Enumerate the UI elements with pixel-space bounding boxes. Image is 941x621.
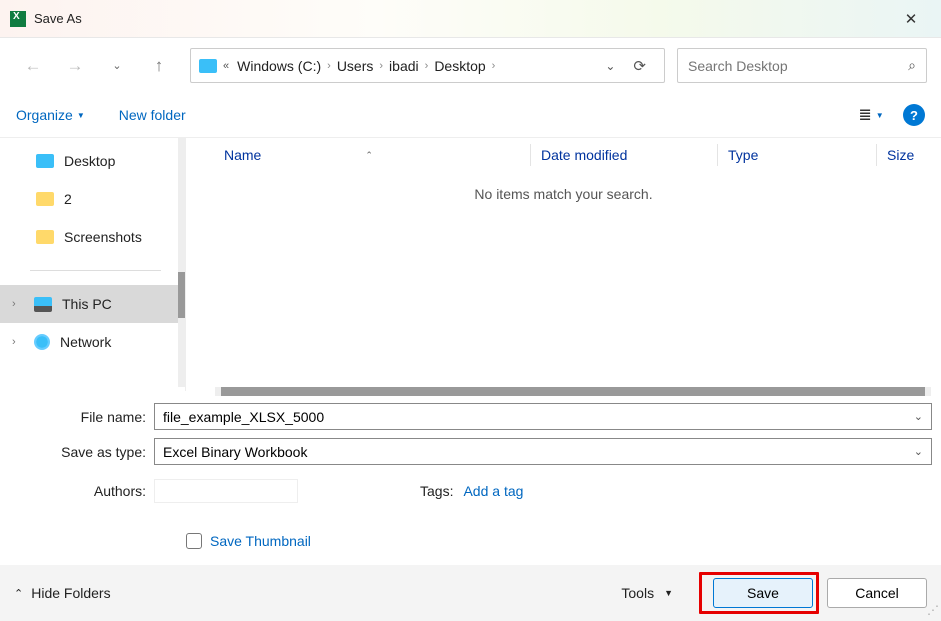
breadcrumb-item-desktop[interactable]: Desktop [430,58,489,74]
sidebar-item-label: Screenshots [64,229,142,245]
breadcrumb-item-user[interactable]: ibadi [385,58,423,74]
search-icon[interactable]: ⌕ [908,57,916,74]
column-header-name[interactable]: Name ⌃ [224,147,530,163]
sidebar: Desktop 2 Screenshots › This PC › Networ… [0,138,185,391]
sidebar-item-screenshots[interactable]: Screenshots [0,218,185,256]
chevron-down-icon[interactable]: ⌄ [914,410,923,423]
search-box[interactable]: ⌕ [677,48,927,83]
empty-message: No items match your search. [186,172,941,202]
breadcrumb-dropdown[interactable]: ⌄ [597,59,623,73]
filename-label: File name: [0,409,154,425]
chevron-right-icon[interactable]: › [377,60,385,72]
recent-locations-button[interactable]: ⌄ [98,47,136,85]
filename-combo[interactable]: ⌄ [154,403,932,430]
sidebar-item-label: 2 [64,191,72,207]
forward-button[interactable]: → [56,47,94,85]
divider [30,270,161,271]
column-separator[interactable] [876,144,877,166]
window-title: Save As [34,11,891,26]
chevron-up-icon: ⌃ [14,587,23,600]
chevron-right-icon[interactable]: › [490,60,498,72]
tools-button[interactable]: Tools ▼ [621,585,673,601]
sidebar-scrollbar[interactable] [178,138,185,387]
authors-label: Authors: [0,483,154,499]
new-folder-label: New folder [119,107,186,123]
breadcrumb-item-drive[interactable]: Windows (C:) [233,58,325,74]
form-area: File name: ⌄ Save as type: Excel Binary … [0,391,941,555]
sidebar-scrollbar-thumb[interactable] [178,272,185,318]
chevron-right-icon[interactable]: › [423,60,431,72]
column-headers: Name ⌃ Date modified Type Size [186,138,941,172]
sidebar-item-this-pc[interactable]: › This PC [0,285,185,323]
authors-input[interactable] [154,479,298,503]
search-input[interactable] [688,58,908,74]
sidebar-item-label: Desktop [64,153,115,169]
drive-icon [199,59,217,73]
chevron-down-icon: ▼ [77,111,85,120]
main-area: Desktop 2 Screenshots › This PC › Networ… [0,137,941,391]
sidebar-item-label: Network [60,334,111,350]
chevron-right-icon[interactable]: › [12,336,24,348]
chevron-right-icon[interactable]: › [325,60,333,72]
save-button[interactable]: Save [713,578,813,608]
new-folder-button[interactable]: New folder [119,107,186,123]
up-button[interactable]: ↑ [140,47,178,85]
footer: ⌃ Hide Folders Tools ▼ Save Cancel ⋰ [0,565,941,621]
chevron-down-icon[interactable]: ⌄ [914,445,923,458]
save-highlight: Save [699,572,819,614]
refresh-button[interactable]: ⟳ [623,57,656,75]
back-button[interactable]: ← [14,47,52,85]
folder-icon [36,230,54,244]
hide-folders-button[interactable]: ⌃ Hide Folders [14,585,111,601]
column-header-date[interactable]: Date modified [541,147,717,163]
column-label: Name [224,147,261,163]
filename-input[interactable] [163,409,914,425]
sidebar-item-2[interactable]: 2 [0,180,185,218]
excel-icon [10,11,26,27]
saveastype-combo[interactable]: Excel Binary Workbook ⌄ [154,438,932,465]
chevron-right-icon[interactable]: › [12,298,24,310]
view-options-button[interactable]: ≣▼ [859,103,883,127]
column-separator[interactable] [717,144,718,166]
cancel-button[interactable]: Cancel [827,578,927,608]
save-thumbnail-label: Save Thumbnail [210,533,311,549]
resize-grip[interactable]: ⋰ [927,607,939,619]
close-button[interactable]: ✕ [891,4,931,34]
chevron-down-icon: ▼ [876,111,884,120]
organize-button[interactable]: Organize ▼ [16,107,85,123]
navigation-row: ← → ⌄ ↑ « Windows (C:) › Users › ibadi ›… [0,38,941,93]
tools-label: Tools [621,585,654,601]
column-header-type[interactable]: Type [728,147,876,163]
add-tag-link[interactable]: Add a tag [463,483,523,499]
tags-label: Tags: [420,483,453,499]
save-thumbnail-checkbox[interactable] [186,533,202,549]
folder-icon [36,192,54,206]
network-icon [34,334,50,350]
column-header-size[interactable]: Size [887,147,941,163]
help-button[interactable]: ? [903,104,925,126]
breadcrumb-overflow-icon[interactable]: « [223,60,229,72]
toolbar: Organize ▼ New folder ≣▼ ? [0,93,941,137]
organize-label: Organize [16,107,73,123]
titlebar: Save As ✕ [0,0,941,38]
chevron-down-icon: ▼ [664,588,673,598]
hide-folders-label: Hide Folders [31,585,110,601]
sidebar-item-network[interactable]: › Network [0,323,185,361]
breadcrumb[interactable]: « Windows (C:) › Users › ibadi › Desktop… [190,48,665,83]
content-area: Name ⌃ Date modified Type Size No items … [185,138,941,391]
folder-icon [36,154,54,168]
sidebar-item-desktop[interactable]: Desktop [0,142,185,180]
column-separator[interactable] [530,144,531,166]
saveastype-label: Save as type: [0,444,154,460]
saveastype-value: Excel Binary Workbook [163,444,914,460]
pc-icon [34,297,52,312]
sidebar-item-label: This PC [62,296,112,312]
breadcrumb-item-users[interactable]: Users [333,58,378,74]
sort-indicator-icon: ⌃ [365,150,373,161]
save-thumbnail-row[interactable]: Save Thumbnail [0,503,932,549]
